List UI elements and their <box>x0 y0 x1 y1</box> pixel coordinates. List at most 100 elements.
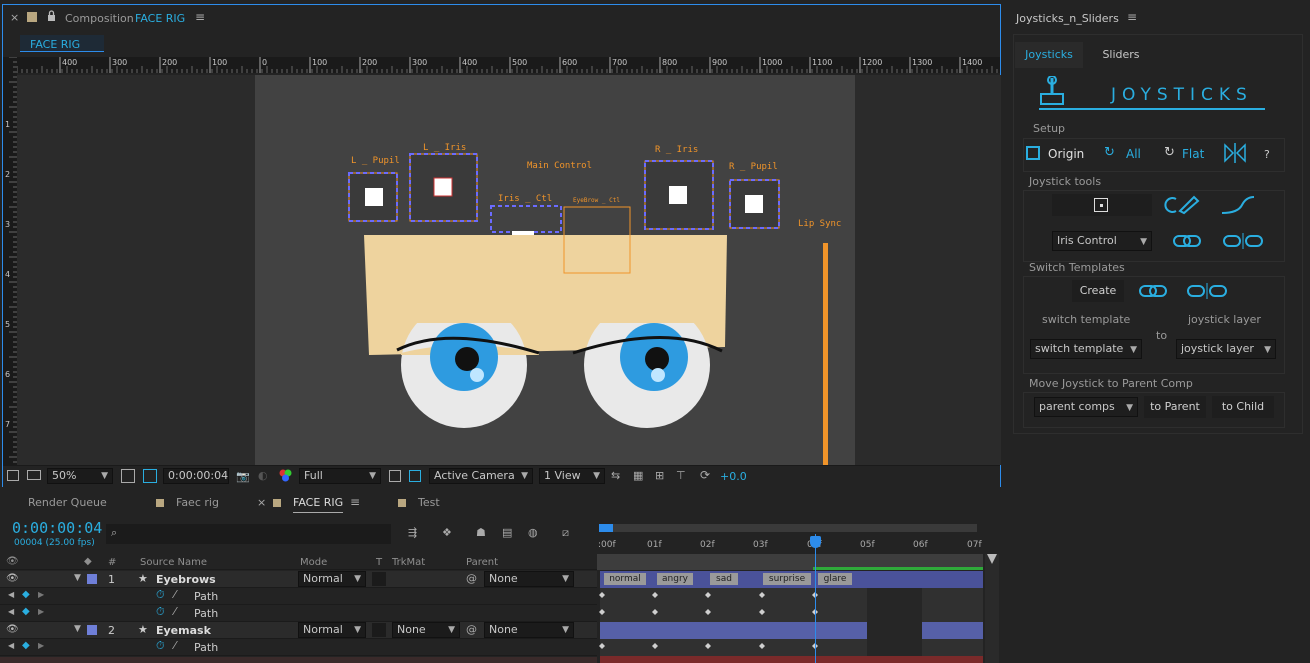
resolution-dropdown[interactable]: Full ▼ <box>299 468 381 484</box>
link-icon[interactable] <box>1172 233 1204 249</box>
time-navigator[interactable] <box>599 524 977 532</box>
create-button[interactable]: Create <box>1072 280 1124 302</box>
close-icon[interactable]: × <box>10 11 19 24</box>
marker[interactable]: sad <box>710 573 738 585</box>
graph-icon[interactable]: ⁄ <box>174 588 176 601</box>
keyframe-diamond-icon[interactable]: ◆ <box>22 606 30 617</box>
joystick-layer-dropdown[interactable]: joystick layer ▼ <box>1176 339 1276 359</box>
layer-label-color[interactable] <box>87 625 97 635</box>
tab-faec-rig[interactable]: Faec rig <box>176 496 219 509</box>
link-icon[interactable] <box>1138 283 1170 299</box>
panel-menu-icon[interactable]: ≡ <box>195 10 205 24</box>
parent-dropdown[interactable]: None ▼ <box>484 571 574 587</box>
parent-dropdown[interactable]: None ▼ <box>484 622 574 638</box>
camera-snapshot-icon[interactable]: 📷 <box>236 470 250 483</box>
monitor-icon[interactable] <box>27 470 41 480</box>
marker[interactable]: glare <box>818 573 852 585</box>
preserve-transparency-toggle[interactable] <box>372 572 386 586</box>
preview-toggle-icon[interactable] <box>7 470 19 481</box>
color-channels-icon[interactable] <box>279 469 292 482</box>
camera-dropdown[interactable]: Active Camera ▼ <box>429 468 533 484</box>
next-keyframe-icon[interactable]: ▶ <box>38 641 44 650</box>
playhead-line[interactable] <box>815 534 816 663</box>
marker[interactable]: angry <box>657 573 693 585</box>
layer-row-eyebrows[interactable]: 👁 ▼ 1 ★ Eyebrows Normal ▼ @ None ▼ <box>0 571 597 588</box>
graph-icon[interactable]: ⁄ <box>174 605 176 618</box>
close-tab-icon[interactable]: × <box>257 496 266 509</box>
region-of-interest-icon[interactable] <box>121 469 135 483</box>
expand-triangle-icon[interactable]: ▼ <box>74 624 81 634</box>
composition-viewer[interactable]: L _ Pupil L _ Iris Main Control Iris _ C… <box>17 75 1001 465</box>
layer-row-eyemask[interactable]: 👁 ▼ 2 ★ Eyemask Normal ▼ None ▼ @ None ▼ <box>0 622 597 639</box>
add-joystick-button[interactable] <box>1052 194 1152 216</box>
prev-keyframe-icon[interactable]: ◀ <box>8 607 14 616</box>
timeline-current-time[interactable]: 0:00:00:04 <box>12 519 102 537</box>
property-row-path[interactable]: ◀ ◆ ▶ ⏱ ⁄ Path <box>0 605 597 622</box>
keyframes[interactable] <box>597 588 983 656</box>
stopwatch-icon[interactable]: ⏱ <box>156 588 165 602</box>
ease-curve-icon[interactable] <box>1220 195 1256 215</box>
property-row-path[interactable]: ◀ ◆ ▶ ⏱ ⁄ Path <box>0 639 597 656</box>
comp-mini-flowchart-icon[interactable]: ⇶ <box>408 526 417 539</box>
draft-3d-icon[interactable]: ❖ <box>442 526 452 539</box>
stopwatch-icon[interactable]: ⏱ <box>156 639 165 653</box>
control-dropdown[interactable]: Iris Control ▼ <box>1052 231 1152 251</box>
transparency-grid-icon[interactable] <box>143 469 157 483</box>
visibility-eye-icon[interactable]: 👁 <box>6 624 19 635</box>
blend-mode-dropdown[interactable]: Normal ▼ <box>298 622 366 638</box>
flowchart-icon[interactable]: ⊞ <box>655 469 664 482</box>
timeline-panel-icon[interactable]: ▦ <box>633 469 643 482</box>
graph-editor-icon[interactable]: ⧄ <box>562 526 569 540</box>
layer-name[interactable]: Eyebrows <box>156 573 216 586</box>
blend-mode-dropdown[interactable]: Normal ▼ <box>298 571 366 587</box>
track-matte-dropdown[interactable]: None ▼ <box>392 622 460 638</box>
timeline-scrollbar[interactable] <box>985 554 999 663</box>
toggle-pixel-aspect-icon[interactable]: ⇆ <box>611 469 620 482</box>
time-ruler[interactable]: :00f 01f 02f 03f 04f 05f 06f 07f <box>597 534 982 554</box>
show-snapshot-icon[interactable]: ◐ <box>258 469 268 482</box>
mirror-icon[interactable] <box>1224 143 1246 163</box>
visibility-eye-icon[interactable]: 👁 <box>6 573 19 584</box>
tab-render-queue[interactable]: Render Queue <box>28 496 107 509</box>
time-graph[interactable]: :00f 01f 02f 03f 04f 05f 06f 07f normal … <box>597 520 1001 663</box>
preserve-transparency-toggle[interactable] <box>372 623 386 637</box>
layer-search-input[interactable]: ⌕ <box>106 524 391 544</box>
marker[interactable]: surprise <box>763 573 811 585</box>
prev-keyframe-icon[interactable]: ◀ <box>8 590 14 599</box>
to-parent-button[interactable]: to Parent <box>1144 396 1206 418</box>
graph-icon[interactable]: ⁄ <box>174 639 176 652</box>
next-keyframe-icon[interactable]: ▶ <box>38 590 44 599</box>
exposure-value[interactable]: +0.0 <box>720 470 747 483</box>
unlink-icon[interactable] <box>1186 283 1230 299</box>
tab-face-rig[interactable]: FACE RIG <box>20 35 104 52</box>
unlink-icon[interactable] <box>1222 233 1266 249</box>
view-layout-dropdown[interactable]: 1 View ▼ <box>539 468 605 484</box>
marker[interactable]: normal <box>604 573 646 585</box>
grid-overlay-icon[interactable] <box>409 470 421 482</box>
pickwhip-icon[interactable]: @ <box>466 623 477 636</box>
switch-template-dropdown[interactable]: switch template ▼ <box>1030 339 1142 359</box>
panel-menu-icon[interactable]: ≡ <box>1127 10 1137 24</box>
lock-icon[interactable] <box>47 10 56 21</box>
layer-label-color[interactable] <box>87 574 97 584</box>
tab-joysticks[interactable]: Joysticks <box>1015 42 1083 68</box>
property-row-path[interactable]: ◀ ◆ ▶ ⏱ ⁄ Path <box>0 588 597 605</box>
reset-exposure-icon[interactable]: ⟳ <box>700 468 710 482</box>
curve-pen-icon[interactable] <box>1162 195 1202 215</box>
help-button[interactable]: ? <box>1264 148 1270 161</box>
tab-test[interactable]: Test <box>418 496 440 509</box>
fast-preview-icon[interactable] <box>389 470 401 482</box>
tab-sliders[interactable]: Sliders <box>1087 42 1155 68</box>
current-time-display[interactable]: 0:00:00:04 <box>163 468 229 484</box>
zoom-dropdown[interactable]: 50% ▼ <box>47 468 113 484</box>
layer-name[interactable]: Eyemask <box>156 624 211 637</box>
shy-layers-icon[interactable]: ☗ <box>476 526 486 539</box>
expand-triangle-icon[interactable]: ▼ <box>74 573 81 583</box>
stopwatch-icon[interactable]: ⏱ <box>156 605 165 619</box>
parent-comps-dropdown[interactable]: parent comps ▼ <box>1034 397 1138 417</box>
hierarchy-icon[interactable]: ⊤ <box>676 469 686 482</box>
tab-menu-icon[interactable]: ≡ <box>350 495 360 509</box>
keyframe-diamond-icon[interactable]: ◆ <box>22 589 30 600</box>
keyframe-diamond-icon[interactable]: ◆ <box>22 640 30 651</box>
pickwhip-icon[interactable]: @ <box>466 572 477 585</box>
